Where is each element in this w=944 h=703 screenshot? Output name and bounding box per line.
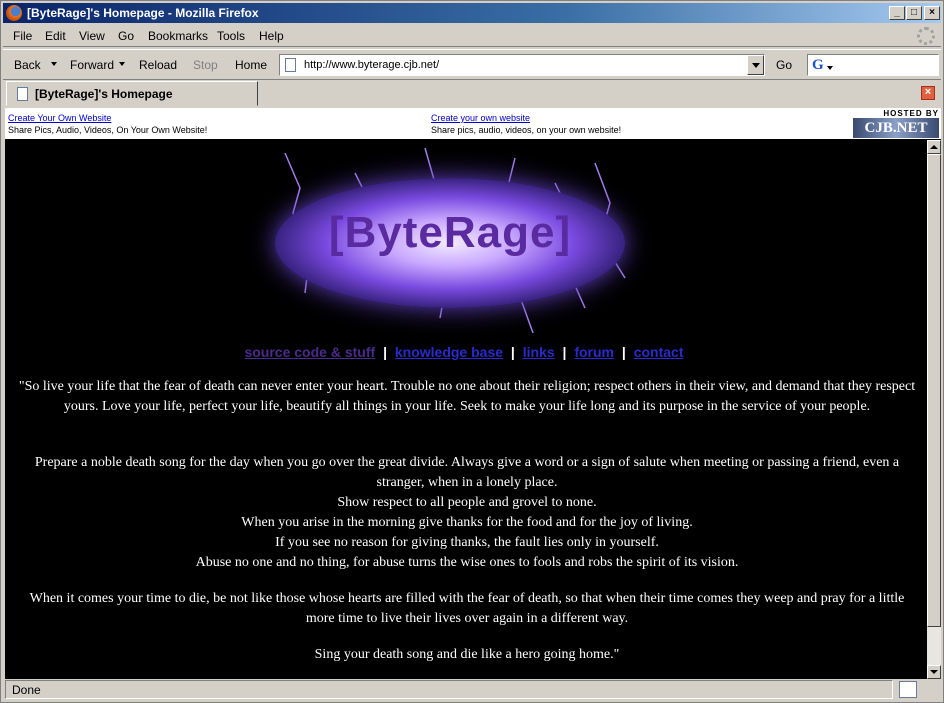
menu-view[interactable]: View (79, 29, 105, 43)
google-search-icon[interactable]: G (812, 57, 824, 73)
home-button[interactable]: Home (235, 58, 267, 72)
minimize-button[interactable]: _ (889, 6, 905, 20)
cjb-mark: CJB.NET (853, 118, 939, 138)
nav-separator: | (510, 344, 515, 360)
back-button[interactable]: Back (14, 58, 41, 72)
search-engine-dropdown-icon[interactable] (827, 66, 833, 70)
status-text-panel: Done (5, 680, 893, 699)
quote-paragraph-4: Sing your death song and die like a hero… (314, 647, 620, 662)
maximize-button[interactable]: □ (906, 6, 922, 20)
ad-banner: Create Your Own Website Share Pics, Audi… (5, 108, 941, 139)
menu-help[interactable]: Help (259, 29, 284, 43)
scrollbar-thumb[interactable] (927, 154, 941, 627)
nav-links[interactable]: links (523, 344, 555, 360)
quote-paragraph-3: When it comes your time to die, be not l… (29, 591, 905, 626)
stop-button[interactable]: Stop (193, 58, 218, 72)
menu-tools[interactable]: Tools (217, 29, 245, 43)
status-bar: Done (3, 680, 941, 700)
page-content: Create Your Own Website Share Pics, Audi… (5, 108, 941, 679)
search-box[interactable]: G (807, 54, 939, 76)
quote-line: Prepare a noble death song for the day w… (34, 455, 900, 490)
status-text: Done (12, 683, 41, 697)
ad-left-link[interactable]: Create Your Own Website (8, 113, 111, 123)
ad-right: Create your own website Share pics, audi… (431, 112, 621, 136)
url-history-dropdown-icon[interactable] (747, 55, 764, 75)
go-button[interactable]: Go (776, 58, 792, 72)
logo-text: [ByteRage] (328, 208, 572, 257)
tab-byterage-homepage[interactable]: [ByteRage]'s Homepage (6, 81, 258, 106)
forward-button[interactable]: Forward (70, 58, 114, 72)
nav-knowledge-base[interactable]: knowledge base (395, 344, 503, 360)
close-button[interactable]: × (924, 6, 940, 20)
firefox-icon (6, 5, 22, 21)
menu-bar: File Edit View Go Bookmarks Tools Help (3, 25, 941, 47)
close-tab-icon[interactable]: × (921, 86, 935, 100)
quote-paragraph-1: "So live your life that the fear of deat… (18, 379, 916, 414)
nav-source-code[interactable]: source code & stuff (244, 344, 375, 360)
window-title: [ByteRage]'s Homepage - Mozilla Firefox (27, 6, 259, 20)
menu-go[interactable]: Go (118, 29, 134, 43)
hosted-by-label: HOSTED BY (883, 109, 939, 118)
ad-right-link[interactable]: Create your own website (431, 113, 530, 123)
ad-right-text: Share pics, audio, videos, on your own w… (431, 125, 622, 135)
quote-line: When you arise in the morning give thank… (241, 515, 693, 530)
url-input[interactable] (304, 58, 744, 72)
scroll-down-button[interactable] (927, 665, 941, 679)
menu-file[interactable]: File (13, 29, 32, 43)
navigation-toolbar: Back Forward Reload Stop Home Go G (3, 49, 941, 79)
quote-line: Show respect to all people and grovel to… (337, 495, 597, 510)
tab-label: [ByteRage]'s Homepage (35, 87, 173, 101)
quote-line: If you see no reason for giving thanks, … (275, 535, 659, 550)
menu-edit[interactable]: Edit (45, 29, 66, 43)
forward-dropdown-icon[interactable] (119, 62, 125, 66)
browser-window: [ByteRage]'s Homepage - Mozilla Firefox … (0, 0, 944, 703)
nav-separator: | (383, 344, 387, 360)
quote-line: Abuse no one and no thing, for abuse tur… (195, 555, 739, 570)
site-navigation: source code & stuff | knowledge base | l… (5, 344, 923, 360)
page-icon (17, 87, 28, 101)
throbber-icon (917, 27, 935, 45)
tab-bar: [ByteRage]'s Homepage × (3, 79, 941, 107)
page-icon (285, 58, 296, 72)
cjb-logo[interactable]: HOSTED BY CJB.NET (851, 109, 941, 138)
quote-paragraph-2: Prepare a noble death song for the day w… (17, 453, 917, 573)
nav-forum[interactable]: forum (574, 344, 614, 360)
nav-contact[interactable]: contact (634, 344, 684, 360)
nav-separator: | (562, 344, 567, 360)
url-bar[interactable] (279, 54, 765, 76)
menu-bookmarks[interactable]: Bookmarks (148, 29, 208, 43)
ad-left: Create Your Own Website Share Pics, Audi… (8, 112, 207, 136)
back-dropdown-icon[interactable] (51, 62, 57, 66)
vertical-scrollbar[interactable] (927, 140, 941, 679)
byterage-logo: [ByteRage] (265, 143, 665, 343)
title-bar: [ByteRage]'s Homepage - Mozilla Firefox … (3, 3, 941, 23)
nav-separator: | (621, 344, 626, 360)
reload-button[interactable]: Reload (139, 58, 177, 72)
ad-left-text: Share Pics, Audio, Videos, On Your Own W… (8, 125, 208, 135)
scroll-up-button[interactable] (927, 140, 941, 154)
page-info-icon[interactable] (899, 681, 917, 698)
